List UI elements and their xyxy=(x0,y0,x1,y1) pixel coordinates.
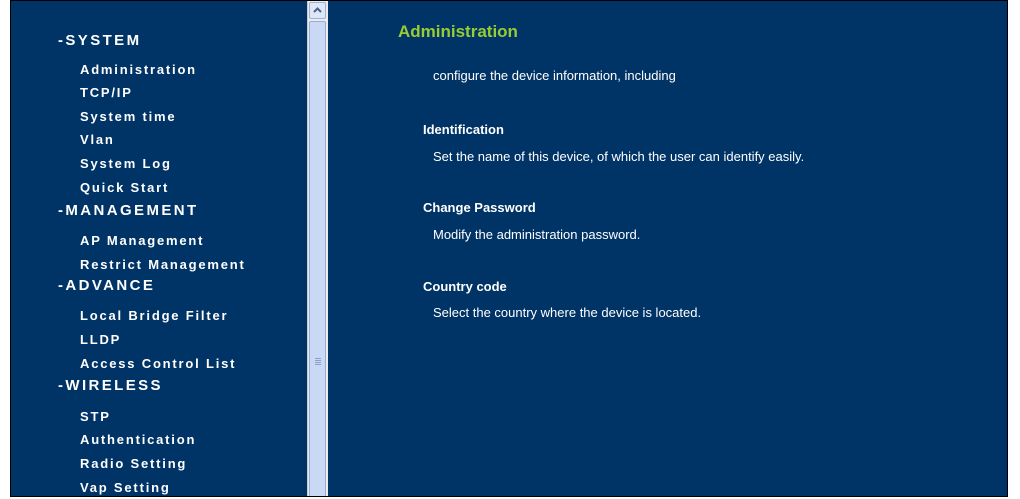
nav-item-system-time[interactable]: System time xyxy=(80,109,176,124)
page-title: Administration xyxy=(398,22,518,41)
scroll-up-button[interactable] xyxy=(309,2,326,19)
nav-item-ap-management[interactable]: AP Management xyxy=(80,233,204,248)
sidebar: -SYSTEM Administration TCP/IP System tim… xyxy=(11,1,307,496)
chevron-up-icon xyxy=(313,7,322,13)
section-title-change-password: Change Password xyxy=(423,200,536,215)
nav-item-lldp[interactable]: LLDP xyxy=(80,332,121,347)
intro-text: configure the device information, includ… xyxy=(433,68,676,83)
nav-item-access-control-list[interactable]: Access Control List xyxy=(80,356,236,371)
nav-item-authentication[interactable]: Authentication xyxy=(80,432,196,447)
section-desc-identification: Set the name of this device, of which th… xyxy=(433,149,805,164)
nav-heading-advance[interactable]: -ADVANCE xyxy=(58,277,155,294)
nav-heading-system[interactable]: -SYSTEM xyxy=(58,32,141,49)
nav-item-quick-start[interactable]: Quick Start xyxy=(80,180,169,195)
section-title-country-code: Country code xyxy=(423,279,507,294)
nav-item-tcpip[interactable]: TCP/IP xyxy=(80,85,133,100)
nav-item-restrict-management[interactable]: Restrict Management xyxy=(80,257,246,272)
nav-heading-management[interactable]: -MANAGEMENT xyxy=(58,202,199,219)
nav-item-radio-setting[interactable]: Radio Setting xyxy=(80,456,187,471)
nav-item-stp[interactable]: STP xyxy=(80,409,111,424)
nav-item-system-log[interactable]: System Log xyxy=(80,156,172,171)
scroll-thumb[interactable] xyxy=(309,21,326,496)
scroll-grip-icon xyxy=(315,358,321,366)
section-desc-change-password: Modify the administration password. xyxy=(433,227,641,242)
nav-heading-wireless[interactable]: -WIRELESS xyxy=(58,377,163,394)
app-frame: -SYSTEM Administration TCP/IP System tim… xyxy=(10,0,1008,497)
nav-item-administration[interactable]: Administration xyxy=(80,62,197,77)
section-desc-country-code: Select the country where the device is l… xyxy=(433,305,702,320)
nav-item-vap-setting[interactable]: Vap Setting xyxy=(80,480,171,495)
nav-item-local-bridge-filter[interactable]: Local Bridge Filter xyxy=(80,308,228,323)
sidebar-scrollbar[interactable] xyxy=(307,1,328,496)
main-content: Administration configure the device info… xyxy=(330,1,1007,496)
nav-item-vlan[interactable]: Vlan xyxy=(80,132,115,147)
section-title-identification: Identification xyxy=(423,122,504,137)
